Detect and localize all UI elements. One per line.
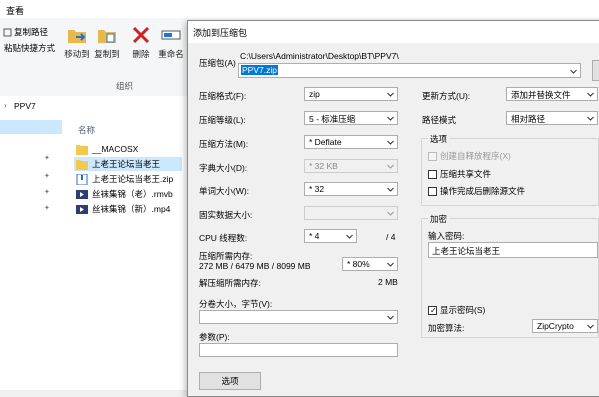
- archive-path: C:\Users\Administrator\Desktop\BT\PPV7\: [240, 51, 399, 61]
- chevron-down-icon: [387, 211, 394, 216]
- method-label: 压缩方法(M):: [199, 139, 249, 149]
- mem-value: 272 MB / 6479 MB / 8099 MB: [199, 261, 311, 271]
- method-select[interactable]: * Deflate: [304, 135, 398, 149]
- chevron-down-icon: [387, 164, 394, 169]
- pin-icon: ✦: [44, 155, 50, 162]
- move-to-button[interactable]: 移动到: [62, 24, 92, 60]
- format-select[interactable]: zip: [304, 87, 398, 101]
- video-file-icon: [76, 189, 88, 199]
- copy-path-icon: [3, 28, 12, 36]
- chevron-down-icon: [387, 262, 394, 267]
- zip-file-icon: [76, 173, 88, 185]
- folder-icon: [76, 144, 88, 155]
- dialog-title: 添加到压缩包: [193, 28, 248, 38]
- dict-select[interactable]: * 32 KB: [304, 159, 398, 173]
- paste-shortcut-button[interactable]: 粘贴快捷方式: [4, 42, 55, 54]
- chevron-down-icon: [587, 324, 594, 329]
- checkmark-icon: ✓: [430, 305, 437, 315]
- params-label: 参数(P):: [199, 332, 230, 342]
- cpu-label: CPU 线程数:: [199, 233, 248, 243]
- ribbon-tab-view[interactable]: 查看: [6, 4, 24, 17]
- split-volume-select[interactable]: [199, 310, 398, 324]
- add-to-archive-dialog: 添加到压缩包 压缩包(A) C:\Users\Administrator\Des…: [187, 20, 599, 397]
- pin-icon: ✦: [44, 173, 50, 180]
- cpu-select[interactable]: * 4: [304, 229, 357, 243]
- solid-label: 固实数据大小:: [199, 210, 253, 220]
- ribbon-group-organize: 组织: [116, 81, 134, 91]
- update-mode-select[interactable]: 添加并替换文件: [506, 87, 598, 101]
- nav-selected-item[interactable]: [0, 120, 62, 134]
- address-bar[interactable]: › PPV7: [0, 96, 190, 119]
- chevron-down-icon: [387, 187, 394, 192]
- video-file-icon: [76, 204, 88, 214]
- decomp-label: 解压缩所需内存:: [199, 278, 261, 288]
- word-label: 单词大小(W):: [199, 186, 250, 196]
- ribbon-tabs: 查看: [0, 0, 599, 18]
- archive-name-value: PPV7.zip: [241, 65, 278, 75]
- path-mode-select[interactable]: 相对路径: [506, 111, 598, 125]
- move-to-icon: [68, 30, 86, 43]
- rename-icon: [161, 30, 181, 40]
- rename-button[interactable]: 重命名: [156, 24, 186, 60]
- archive-name-input[interactable]: PPV7.zip: [238, 63, 581, 78]
- chevron-down-icon: [587, 92, 594, 97]
- chevron-down-icon: [587, 116, 594, 121]
- delete-x-icon: [132, 26, 150, 44]
- level-select[interactable]: 5 - 标准压缩: [304, 111, 398, 125]
- decomp-value: 2 MB: [378, 277, 398, 287]
- password-label: 输入密码:: [428, 231, 465, 241]
- sfx-checkbox[interactable]: 创建自释放程序(X): [428, 150, 511, 162]
- show-password-checkbox[interactable]: ✓ 显示密码(S): [428, 304, 485, 316]
- chevron-down-icon: [387, 92, 394, 97]
- format-label: 压缩格式(F):: [199, 91, 247, 101]
- delete-source-checkbox[interactable]: 操作完成后删除源文件: [428, 185, 525, 197]
- mem-percent-select[interactable]: * 80%: [342, 257, 398, 271]
- encryption-method-label: 加密算法:: [428, 323, 465, 333]
- chevron-down-icon: [387, 315, 394, 320]
- word-select[interactable]: * 32: [304, 182, 398, 196]
- split-label: 分卷大小，字节(V):: [199, 299, 273, 309]
- file-item-macosx[interactable]: __MACOSX: [76, 142, 138, 156]
- folder-icon: [76, 159, 88, 170]
- solid-select[interactable]: [304, 206, 398, 220]
- delete-button[interactable]: 删除: [126, 24, 156, 60]
- file-item-rmvb[interactable]: 丝袜集锦（老）.rmvb: [76, 187, 173, 201]
- copy-path-button[interactable]: 复制路径: [3, 26, 48, 38]
- update-mode-label: 更新方式(U):: [422, 91, 471, 101]
- options-button[interactable]: 选项: [199, 372, 261, 390]
- column-header-name[interactable]: 名称: [78, 124, 95, 136]
- password-input[interactable]: 上老王论坛当老王: [428, 242, 598, 258]
- options-group-title: 选项: [428, 133, 450, 145]
- chevron-down-icon: [346, 234, 353, 239]
- file-item-folder-selected[interactable]: 上老王论坛当老王: [74, 157, 182, 171]
- chevron-down-icon: [387, 140, 394, 145]
- chevron-right-icon: ›: [4, 101, 7, 110]
- level-label: 压缩等级(L):: [199, 115, 246, 125]
- copy-to-button[interactable]: 复制到: [92, 24, 122, 60]
- encryption-method-select[interactable]: ZipCrypto: [532, 319, 598, 333]
- navigation-pane: ✦ ✦ ✦ ✦: [0, 118, 62, 390]
- pin-icon: ✦: [44, 205, 50, 212]
- pin-icon: ✦: [44, 189, 50, 196]
- archive-label: 压缩包(A): [199, 58, 236, 68]
- path-mode-label: 路径模式: [422, 115, 457, 125]
- shared-files-checkbox[interactable]: 压缩共享文件: [428, 168, 491, 180]
- params-input[interactable]: [199, 343, 398, 357]
- file-item-mp4[interactable]: 丝袜集锦（新）.mp4: [76, 202, 170, 216]
- cpu-total: / 4: [386, 232, 396, 242]
- chevron-down-icon: [387, 116, 394, 121]
- browse-button[interactable]: [592, 60, 599, 81]
- dialog-title-bar[interactable]: 添加到压缩包: [188, 21, 599, 43]
- breadcrumb[interactable]: PPV7: [14, 101, 36, 111]
- encryption-group-title: 加密: [428, 213, 450, 225]
- dict-label: 字典大小(D):: [199, 163, 248, 173]
- chevron-down-icon: [570, 69, 577, 74]
- copy-to-icon: [98, 30, 116, 43]
- file-item-zip[interactable]: 上老王论坛当老王.zip: [76, 172, 173, 186]
- file-list: 名称 __MACOSX 上老王论坛当老王 上老王论坛当老王.zip 丝袜集锦（老…: [62, 118, 190, 390]
